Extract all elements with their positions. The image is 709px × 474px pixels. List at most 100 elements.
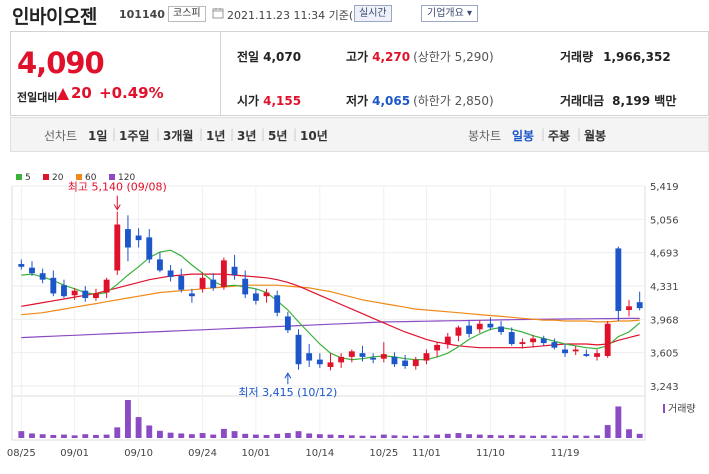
- x-tick-label: 10/01: [241, 448, 270, 459]
- candle-body: [476, 323, 483, 330]
- moving-averages: [21, 249, 641, 361]
- legend-label: 20: [52, 173, 64, 183]
- candle-body: [61, 285, 67, 297]
- volume-bar: [434, 434, 441, 438]
- candle-body: [29, 267, 35, 274]
- candle-body: [455, 327, 462, 336]
- volume-bar: [636, 433, 643, 438]
- volume-bar: [530, 435, 536, 438]
- volume-bar: [135, 417, 142, 438]
- candle-body: [466, 325, 473, 334]
- candle-body: [263, 292, 270, 297]
- high-annotation: 최고 5,140 (09/08): [68, 181, 167, 194]
- volume-bar: [594, 435, 600, 438]
- volume-bar: [156, 430, 163, 438]
- volume-bar: [466, 434, 473, 438]
- volume-bar: [82, 434, 89, 438]
- x-tick-label: 11/10: [476, 448, 505, 459]
- candle-body: [370, 357, 377, 360]
- candle-body: [626, 306, 632, 310]
- candle-body: [562, 349, 568, 354]
- volume-bar: [178, 433, 185, 438]
- candle-body: [498, 326, 505, 333]
- candle-body: [252, 293, 259, 301]
- x-tick-label: 10/25: [369, 448, 398, 459]
- volume-bar: [306, 433, 313, 438]
- volume-bar: [103, 434, 110, 438]
- candle-body: [412, 359, 419, 367]
- volume-bar: [188, 434, 195, 438]
- candle-body: [199, 277, 206, 289]
- volume-bar: [167, 432, 174, 438]
- legend-label: 5: [25, 173, 31, 183]
- volume-bar: [29, 433, 35, 438]
- volume-bar: [50, 434, 57, 438]
- candle-body: [402, 360, 409, 367]
- y-tick-label: 3,243: [650, 382, 679, 393]
- x-tick-label: 11/19: [551, 448, 580, 459]
- y-tick-label: 4,693: [650, 249, 679, 260]
- volume-bar: [508, 434, 515, 438]
- volume-bar: [93, 434, 99, 438]
- candle-body: [530, 338, 536, 343]
- volume-bar: [402, 435, 409, 438]
- candle-body: [220, 260, 227, 288]
- legend-swatch: [76, 174, 82, 180]
- volume-bar: [391, 435, 398, 438]
- candle-body: [114, 224, 121, 271]
- legend-swatch: [109, 174, 115, 180]
- volume-bar: [252, 434, 259, 438]
- volume-bar: [412, 435, 419, 438]
- volume-legend-label: 거래량: [668, 403, 696, 415]
- volume-bar: [551, 435, 558, 438]
- candle-body: [508, 332, 515, 344]
- candle-body: [242, 278, 249, 295]
- candle-body: [135, 235, 142, 241]
- volume-bar: [572, 435, 579, 438]
- ma20-line: [21, 273, 640, 349]
- volume-bar: [210, 434, 217, 438]
- volume-bar: [444, 433, 451, 438]
- volume-bar: [540, 435, 547, 438]
- x-tick-label: 10/14: [305, 448, 334, 459]
- volume-bar: [125, 400, 131, 438]
- candle-body: [167, 270, 174, 277]
- candle-body: [348, 351, 355, 357]
- candle-body: [327, 362, 334, 367]
- low-annotation: 최저 3,415 (10/12): [238, 386, 337, 399]
- candle-body: [594, 353, 600, 357]
- volume-bar: [18, 431, 25, 438]
- candle-body: [103, 279, 110, 293]
- volume-bar: [274, 433, 281, 438]
- x-tick-label: 09/01: [60, 448, 89, 459]
- volume-bar: [562, 435, 568, 438]
- volume-bar: [519, 435, 526, 438]
- candle-body: [604, 323, 611, 356]
- volume-bar: [604, 425, 611, 438]
- volume-bar: [146, 425, 153, 438]
- chart-grid: [11, 185, 646, 441]
- volume-bar: [487, 434, 494, 438]
- candles: [18, 211, 643, 371]
- volume-bars: 거래량: [18, 400, 696, 438]
- x-tick-label: 09/24: [188, 448, 217, 459]
- volume-bar: [615, 406, 622, 438]
- volume-bar: [220, 428, 227, 438]
- volume-bar: [284, 433, 291, 438]
- volume-bar: [370, 435, 377, 438]
- volume-bar: [39, 434, 46, 438]
- candle-body: [188, 293, 195, 297]
- candle-body: [487, 323, 494, 328]
- candle-body: [359, 353, 366, 357]
- x-tick-label: 09/10: [124, 448, 153, 459]
- candle-body: [444, 336, 451, 344]
- ma60-line: [21, 284, 640, 323]
- candle-body: [380, 354, 387, 359]
- candle-body: [583, 354, 590, 356]
- candle-body: [423, 353, 430, 361]
- candle-body: [39, 273, 46, 280]
- volume-bar: [359, 435, 366, 438]
- candle-body: [146, 237, 153, 260]
- volume-bar: [476, 434, 483, 438]
- x-tick-label: 11/01: [412, 448, 441, 459]
